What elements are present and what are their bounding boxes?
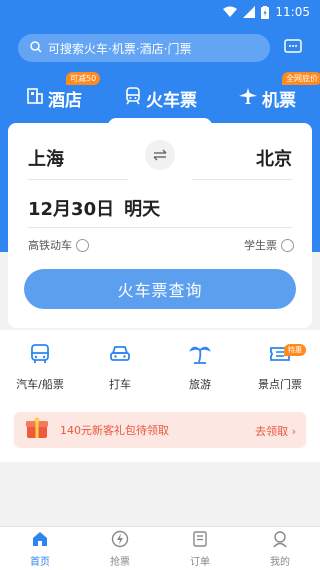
train-icon	[124, 87, 142, 110]
to-city[interactable]: 北京	[256, 145, 292, 171]
wifi-icon	[223, 6, 238, 18]
home-icon	[31, 530, 49, 551]
service-tickets-label: 景点门票	[258, 378, 302, 391]
tab-train[interactable]: 火车票	[124, 86, 197, 111]
train-search-button[interactable]: 火车票查询	[24, 269, 296, 309]
service-taxi-label: 打车	[109, 378, 131, 391]
service-tickets[interactable]: 景点门票 特惠	[240, 342, 320, 402]
services-grid: 汽车/船票 打车 旅游 景点门票 特惠	[0, 342, 320, 402]
car-icon	[108, 342, 132, 370]
search-placeholder: 可搜索火车·机票·酒店·门票	[48, 41, 192, 56]
promo-text: 140元新客礼包待领取	[60, 424, 169, 437]
bus-icon	[28, 342, 52, 370]
service-travel[interactable]: 旅游	[160, 342, 240, 402]
promo-banner[interactable]: 140元新客礼包待领取 去领取 ›	[14, 412, 306, 448]
nav-orders-label: 订单	[190, 556, 210, 568]
nav-home[interactable]: 首页	[10, 530, 70, 568]
to-divider	[192, 179, 292, 180]
service-tickets-badge: 特惠	[284, 344, 306, 356]
plane-icon	[238, 87, 258, 110]
promo-claim-label: 去领取	[255, 425, 289, 438]
nav-home-label: 首页	[30, 556, 50, 568]
status-time: 11:05	[275, 5, 310, 19]
service-travel-label: 旅游	[189, 378, 211, 391]
signal-icon	[243, 6, 256, 18]
tab-hotel-label: 酒店	[48, 91, 82, 111]
from-divider	[28, 179, 128, 180]
order-icon	[191, 530, 209, 551]
date-selector[interactable]: 12月30日 明天	[28, 195, 160, 221]
nav-profile[interactable]: 我的	[250, 530, 310, 568]
flight-badge: 全网底价	[282, 72, 320, 85]
from-city[interactable]: 上海	[28, 145, 64, 171]
hotel-badge: 可减50	[66, 72, 101, 85]
search-row: 可搜索火车·机票·酒店·门票	[18, 34, 302, 62]
date-divider	[28, 227, 292, 228]
promo-claim-link[interactable]: 去领取 ›	[255, 423, 296, 439]
palm-tree-icon	[188, 342, 212, 370]
swap-icon	[153, 146, 167, 165]
service-bus-label: 汽车/船票	[16, 378, 64, 391]
day-value: 明天	[124, 199, 161, 220]
search-input[interactable]: 可搜索火车·机票·酒店·门票	[18, 34, 270, 62]
tab-flight-label: 机票	[262, 91, 296, 111]
lightning-icon	[111, 530, 129, 551]
student-radio[interactable]	[281, 238, 294, 252]
nav-grab-label: 抢票	[110, 556, 130, 568]
swap-button[interactable]	[145, 140, 175, 170]
tab-flight[interactable]: 机票	[238, 86, 296, 111]
service-bus[interactable]: 汽车/船票	[0, 342, 80, 402]
high-speed-radio[interactable]	[76, 238, 89, 252]
message-icon[interactable]	[284, 38, 302, 60]
nav-orders[interactable]: 订单	[170, 530, 230, 568]
options-row: 高铁动车 学生票	[28, 237, 294, 257]
tab-hotel[interactable]: 酒店	[26, 86, 82, 111]
nav-profile-label: 我的	[270, 556, 290, 568]
student-label: 学生票	[244, 239, 277, 252]
high-speed-label: 高铁动车	[28, 239, 72, 252]
nav-grab[interactable]: 抢票	[90, 530, 150, 568]
status-bar: 11:05	[0, 0, 320, 24]
student-option[interactable]: 学生票	[244, 237, 294, 253]
chevron-right-icon: ›	[291, 425, 296, 438]
date-value: 12月30日	[28, 199, 115, 220]
category-tabs: 酒店 火车票 机票 可减50 全网底价	[0, 72, 320, 122]
service-taxi[interactable]: 打车	[80, 342, 160, 402]
hotel-icon	[26, 87, 44, 110]
high-speed-option[interactable]: 高铁动车	[28, 237, 89, 253]
battery-icon	[261, 5, 270, 19]
gift-icon	[24, 416, 50, 444]
ticket-search-card: 上海 北京 12月30日 明天 高铁动车 学生票 火车票查询	[8, 123, 312, 328]
profile-icon	[271, 530, 289, 551]
search-icon	[30, 40, 42, 56]
tab-train-label: 火车票	[146, 91, 197, 111]
bottom-nav: 首页 抢票 订单 我的	[0, 526, 320, 570]
